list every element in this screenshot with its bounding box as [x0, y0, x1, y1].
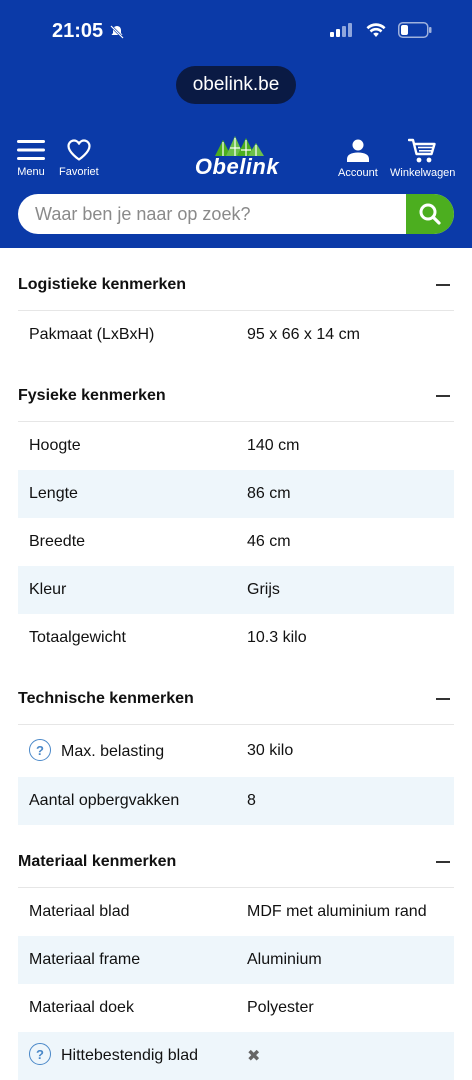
battery-icon — [398, 22, 432, 38]
wifi-icon — [366, 22, 386, 37]
spec-value: 140 cm — [247, 437, 300, 454]
spec-row: Totaalgewicht 10.3 kilo — [18, 614, 454, 662]
spec-label: Materiaal blad — [29, 903, 130, 920]
cart-label: Winkelwagen — [390, 167, 456, 179]
user-icon — [346, 139, 369, 162]
cart-button[interactable]: Winkelwagen — [390, 138, 455, 179]
status-indicators — [330, 22, 432, 38]
spec-label: Lengte — [29, 485, 78, 502]
spec-label: Hoogte — [29, 437, 81, 454]
spec-row: Breedte 46 cm — [18, 518, 454, 566]
spec-label: Aantal opbergvakken — [29, 792, 180, 809]
section-materiaal: Materiaal kenmerken Materiaal blad MDF m… — [0, 825, 472, 1080]
spec-label-text: Hittebestendig blad — [61, 1046, 198, 1064]
site-header: 21:05 obelink.be Menu Favoriet Obelink A… — [0, 0, 472, 248]
section-title: Fysieke kenmerken — [18, 387, 166, 404]
account-label: Account — [338, 167, 378, 179]
spec-value: Polyester — [247, 999, 314, 1016]
collapse-icon[interactable] — [436, 698, 450, 700]
obelink-logo[interactable]: Obelink — [192, 134, 282, 180]
spec-label: Materiaal frame — [29, 951, 141, 968]
section-header[interactable]: Materiaal kenmerken — [18, 825, 454, 888]
help-question-icon[interactable]: ? — [29, 739, 51, 761]
spec-value: 46 cm — [247, 533, 291, 550]
spec-label: Breedte — [29, 533, 86, 550]
account-button[interactable]: Account — [338, 138, 378, 179]
spec-value: 8 — [247, 792, 256, 809]
spec-label: Pakmaat (LxBxH) — [29, 326, 155, 343]
section-header[interactable]: Technische kenmerken — [18, 662, 454, 725]
spec-value: 30 kilo — [247, 742, 294, 759]
browser-url-bar[interactable]: obelink.be — [176, 66, 296, 104]
spec-row: Materiaal frame Aluminium — [18, 936, 454, 984]
section-title: Technische kenmerken — [18, 690, 194, 707]
spec-value: Grijs — [247, 581, 280, 598]
favorites-label: Favoriet — [59, 166, 99, 178]
section-title: Logistieke kenmerken — [18, 276, 187, 293]
spec-value: 95 x 66 x 14 cm — [247, 326, 360, 343]
spec-row: Materiaal doek Polyester — [18, 984, 454, 1032]
hamburger-menu-icon — [17, 140, 45, 160]
spec-row: ? Hittebestendig blad ✖ — [18, 1032, 454, 1080]
specifications-list: Logistieke kenmerken Pakmaat (LxBxH) 95 … — [0, 248, 472, 1080]
spec-label: Materiaal doek — [29, 999, 134, 1016]
help-question-icon[interactable]: ? — [29, 1043, 51, 1065]
spec-row: ? Max. belasting 30 kilo — [18, 725, 454, 777]
menu-label: Menu — [17, 166, 45, 178]
spec-label: ? Max. belasting — [29, 739, 165, 761]
section-header[interactable]: Fysieke kenmerken — [18, 359, 454, 422]
heart-icon — [67, 139, 91, 161]
status-bar: 21:05 — [0, 0, 472, 60]
search-input[interactable] — [18, 194, 398, 234]
spec-label: Kleur — [29, 581, 67, 598]
collapse-icon[interactable] — [436, 284, 450, 286]
tents-logo-icon — [215, 136, 264, 156]
spec-value: MDF met aluminium rand — [247, 903, 427, 920]
section-header[interactable]: Logistieke kenmerken — [18, 248, 454, 311]
spec-value: Aluminium — [247, 951, 322, 968]
spec-label-text: Max. belasting — [61, 742, 165, 760]
spec-row: Pakmaat (LxBxH) 95 x 66 x 14 cm — [18, 311, 454, 359]
shopping-cart-icon — [407, 138, 436, 163]
cross-icon: ✖ — [247, 1048, 261, 1065]
search-bar — [18, 194, 454, 234]
signal-icon — [330, 23, 352, 37]
spec-label: Totaalgewicht — [29, 629, 126, 646]
section-fysiek: Fysieke kenmerken Hoogte 140 cm Lengte 8… — [0, 359, 472, 662]
section-title: Materiaal kenmerken — [18, 853, 177, 870]
search-icon — [419, 203, 441, 225]
browser-url-text: obelink.be — [192, 74, 280, 95]
spec-label: ? Hittebestendig blad — [29, 1043, 198, 1065]
search-button[interactable] — [406, 194, 454, 234]
spec-row: Aantal opbergvakken 8 — [18, 777, 454, 825]
favorites-button[interactable]: Favoriet — [59, 138, 99, 178]
spec-value: 86 cm — [247, 485, 291, 502]
spec-value: 10.3 kilo — [247, 629, 307, 646]
section-logistiek: Logistieke kenmerken Pakmaat (LxBxH) 95 … — [0, 248, 472, 359]
spec-row: Hoogte 140 cm — [18, 422, 454, 470]
status-time: 21:05 — [52, 20, 125, 43]
menu-button[interactable]: Menu — [17, 138, 45, 178]
section-technisch: Technische kenmerken ? Max. belasting 30… — [0, 662, 472, 825]
spec-row: Kleur Grijs — [18, 566, 454, 614]
spec-row: Lengte 86 cm — [18, 470, 454, 518]
spec-row: Materiaal blad MDF met aluminium rand — [18, 888, 454, 936]
collapse-icon[interactable] — [436, 395, 450, 397]
logo-text: Obelink — [194, 154, 280, 179]
bell-muted-icon — [110, 24, 125, 39]
collapse-icon[interactable] — [436, 861, 450, 863]
